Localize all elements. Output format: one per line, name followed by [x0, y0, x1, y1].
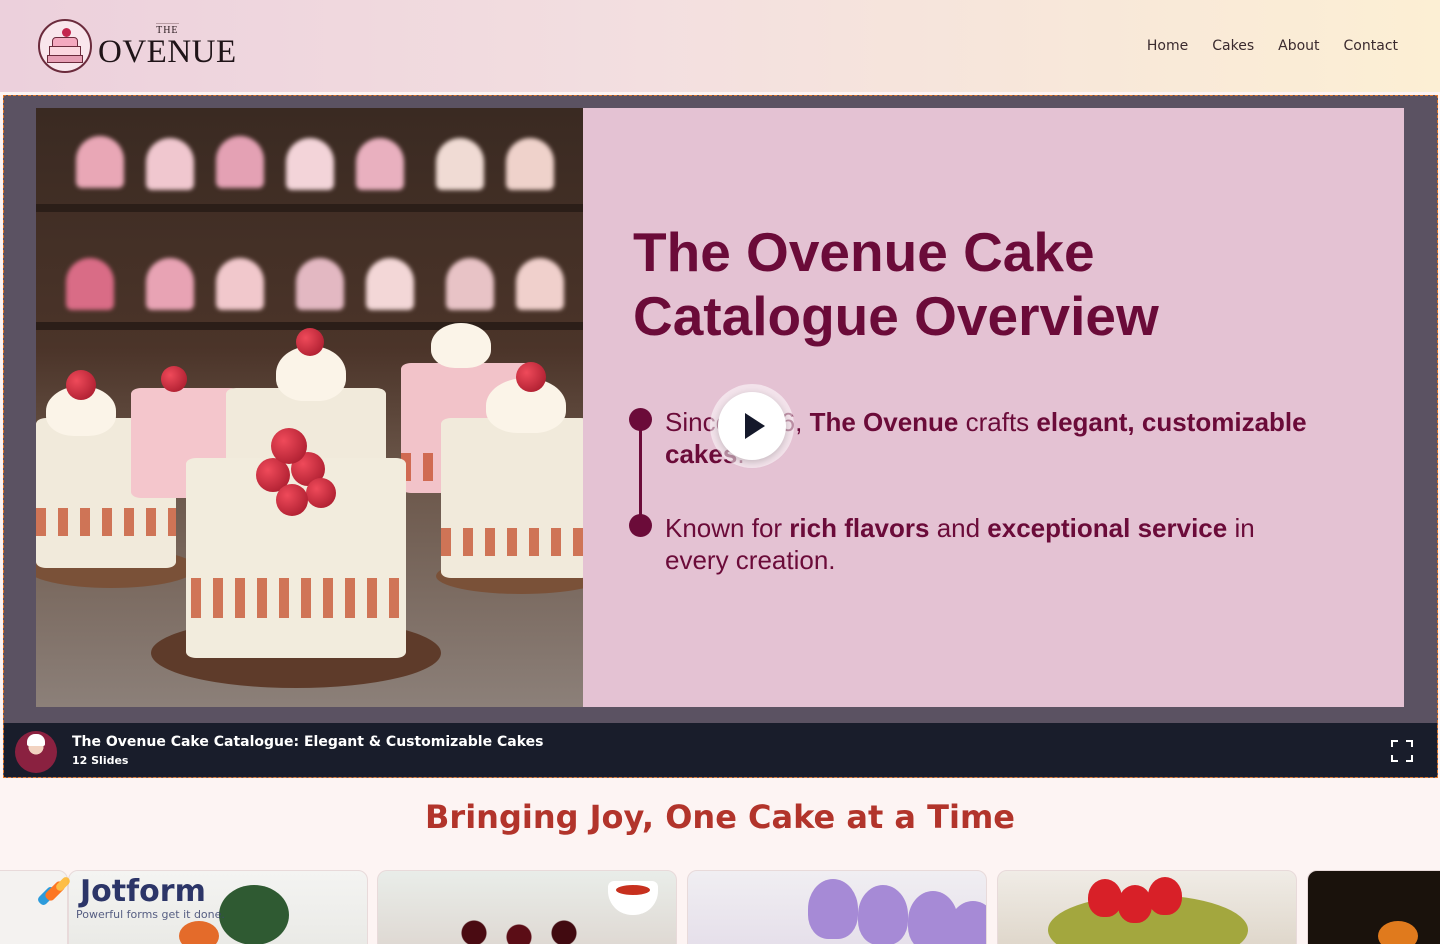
nav-contact-link[interactable]: Contact [1344, 38, 1398, 54]
site-header: THE OVENUE Home Cakes About Contact [0, 0, 1440, 92]
slide: The Ovenue Cake Catalogue Overview Since… [36, 108, 1404, 707]
jotform-tagline: Powerful forms get it done. [76, 908, 225, 921]
logo-text: THE OVENUE [98, 23, 237, 69]
slide-text-panel: The Ovenue Cake Catalogue Overview Since… [583, 108, 1404, 707]
timeline-line [639, 420, 642, 524]
slide-bullet-2: Known for rich flavors and exceptional s… [665, 513, 1255, 575]
jotform-logo-icon [36, 875, 74, 910]
slideshow-embed[interactable]: The Ovenue Cake Catalogue Overview Since… [3, 95, 1438, 778]
cake-logo-icon [38, 19, 92, 73]
avatar [15, 731, 57, 773]
section-title: Bringing Joy, One Cake at a Time [425, 798, 1015, 836]
logo-name-text: OVENUE [98, 34, 237, 70]
play-icon [718, 392, 786, 460]
logo[interactable]: THE OVENUE [38, 19, 237, 73]
nav-cakes-link[interactable]: Cakes [1212, 38, 1254, 54]
slides-count: 12 Slides [72, 754, 129, 767]
gallery-card[interactable] [997, 870, 1297, 944]
gallery-card[interactable] [377, 870, 677, 944]
slide-title: The Ovenue Cake Catalogue Overview [633, 221, 1159, 347]
jotform-watermark[interactable]: Jotform Powerful forms get it done. [36, 874, 225, 921]
nav-about-link[interactable]: About [1278, 38, 1319, 54]
player-title: The Ovenue Cake Catalogue: Elegant & Cus… [72, 734, 544, 750]
gallery-card[interactable] [1307, 870, 1440, 944]
play-button[interactable] [710, 384, 794, 468]
nav-home-link[interactable]: Home [1147, 38, 1188, 54]
jotform-name: Jotform [80, 874, 206, 909]
main-nav: Home Cakes About Contact [1147, 38, 1398, 54]
cakes-photo [36, 108, 583, 707]
timeline-dot [629, 514, 652, 537]
gallery-card[interactable] [687, 870, 987, 944]
player-bar: The Ovenue Cake Catalogue: Elegant & Cus… [4, 723, 1437, 777]
timeline-dot [629, 408, 652, 431]
fullscreen-icon[interactable] [1391, 740, 1413, 762]
